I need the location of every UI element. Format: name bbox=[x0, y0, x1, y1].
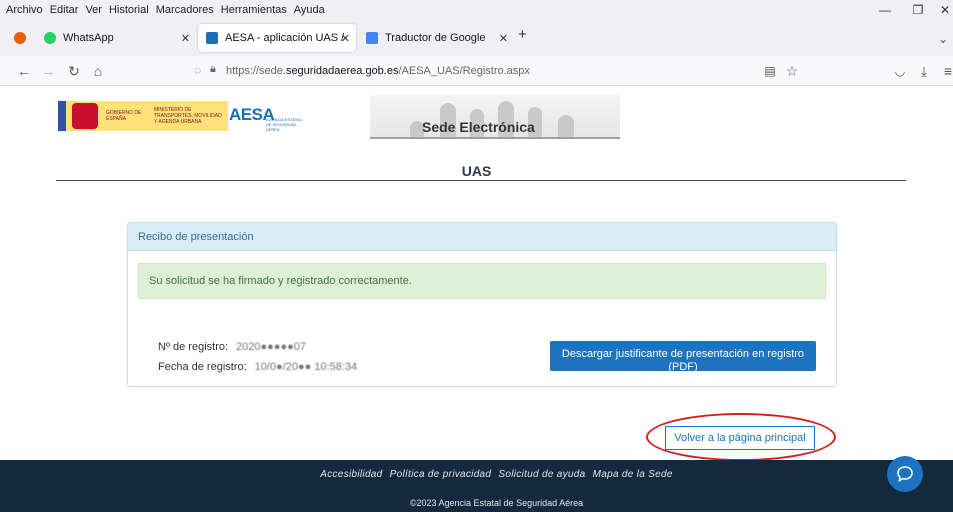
registro-label: Nº de registro: bbox=[158, 341, 229, 353]
restore-icon[interactable]: ❐ bbox=[903, 0, 933, 20]
tab-label: AESA - aplicación UAS / UAS w… bbox=[225, 32, 345, 44]
tab-label: Traductor de Google bbox=[385, 32, 486, 44]
tab-label: WhatsApp bbox=[63, 32, 114, 44]
gobierno-logo: GOBIERNO DE ESPAÑA MINISTERIO DE TRANSPO… bbox=[58, 101, 228, 131]
minimize-icon[interactable]: — bbox=[870, 0, 900, 20]
fecha-value: 10/0●/20●● 10:58:34 bbox=[254, 361, 358, 373]
annotation-ellipse bbox=[646, 413, 836, 461]
site-header: GOBIERNO DE ESPAÑA MINISTERIO DE TRANSPO… bbox=[0, 87, 953, 149]
footer-copyright: ©2023 Agencia Estatal de Seguridad Aérea bbox=[409, 498, 584, 508]
url-text[interactable]: https://sede.seguridadaerea.gob.es/AESA_… bbox=[226, 65, 530, 77]
coat-of-arms-icon bbox=[72, 103, 98, 129]
eu-flag-icon bbox=[58, 101, 66, 131]
app-menu-icon[interactable]: ≡ bbox=[938, 61, 953, 81]
close-window-icon[interactable]: ✕ bbox=[930, 0, 953, 20]
back-icon[interactable]: ← bbox=[14, 61, 34, 81]
footer-link-ayuda[interactable]: Solicitud de ayuda bbox=[498, 469, 585, 480]
home-icon[interactable]: ⌂ bbox=[88, 61, 108, 81]
download-receipt-button[interactable]: Descargar justificante de presentación e… bbox=[550, 341, 816, 371]
close-tab-icon[interactable]: ✕ bbox=[341, 32, 350, 45]
reader-view-icon[interactable]: ▤ bbox=[760, 61, 780, 81]
footer-links: Accesibilidad Política de privacidad Sol… bbox=[0, 469, 953, 480]
header-banner: GOBIERNO DE ESPAÑA MINISTERIO DE TRANSPO… bbox=[58, 95, 620, 139]
reload-icon[interactable]: ↻ bbox=[64, 61, 84, 81]
firefox-view-icon[interactable] bbox=[14, 32, 26, 44]
translate-icon bbox=[366, 32, 378, 44]
close-tab-icon[interactable]: ✕ bbox=[181, 32, 190, 45]
tab-bar: WhatsApp ✕ AESA - aplicación UAS / UAS w… bbox=[0, 20, 953, 56]
ministerio-text: MINISTERIO DE TRANSPORTES, MOVILIDAD Y A… bbox=[154, 107, 222, 125]
fecha-row: Fecha de registro: 10/0●/20●● 10:58:34 bbox=[158, 361, 357, 373]
footer-link-mapa[interactable]: Mapa de la Sede bbox=[593, 469, 673, 480]
chat-button[interactable] bbox=[887, 456, 923, 492]
pocket-icon[interactable]: ◡ bbox=[890, 61, 910, 81]
footer-link-privacidad[interactable]: Política de privacidad bbox=[390, 469, 492, 480]
panel-heading: Recibo de presentación bbox=[128, 223, 836, 251]
new-tab-icon[interactable]: + bbox=[518, 26, 527, 43]
shield-icon[interactable]: ◌ bbox=[194, 63, 201, 77]
footer-link-accesibilidad[interactable]: Accesibilidad bbox=[320, 469, 382, 480]
registro-row: Nº de registro: 2020●●●●●07 bbox=[158, 341, 306, 353]
fecha-label: Fecha de registro: bbox=[158, 361, 247, 373]
aesa-subtitle: AGENCIA ESTATAL DE SEGURIDAD AÉREA bbox=[266, 117, 302, 132]
page-title: UAS bbox=[461, 163, 492, 179]
tab-whatsapp[interactable]: WhatsApp ✕ bbox=[36, 24, 196, 52]
whatsapp-icon bbox=[44, 32, 56, 44]
gobierno-text: GOBIERNO DE ESPAÑA bbox=[106, 110, 142, 122]
title-divider bbox=[56, 180, 906, 181]
bookmark-star-icon[interactable]: ☆ bbox=[782, 61, 802, 81]
lock-icon[interactable]: 🔒︎ bbox=[210, 63, 216, 76]
sede-electronica-banner: Sede Electrónica bbox=[370, 95, 620, 139]
receipt-panel: Recibo de presentación Su solicitud se h… bbox=[127, 222, 837, 387]
downloads-icon[interactable]: ⤓ bbox=[914, 61, 934, 81]
menu-ayuda[interactable]: Ayuda bbox=[294, 4, 325, 16]
success-alert: Su solicitud se ha firmado y registrado … bbox=[138, 263, 826, 299]
menu-marcadores[interactable]: Marcadores bbox=[156, 4, 214, 16]
menu-bar: Archivo Editar Ver Historial Marcadores … bbox=[0, 0, 953, 20]
menu-editar[interactable]: Editar bbox=[50, 4, 79, 16]
menu-ver[interactable]: Ver bbox=[85, 4, 102, 16]
sede-title: Sede Electrónica bbox=[422, 119, 535, 135]
menu-archivo[interactable]: Archivo bbox=[6, 4, 43, 16]
chat-bubble-icon bbox=[897, 466, 913, 483]
menu-herramientas[interactable]: Herramientas bbox=[221, 4, 287, 16]
nav-bar: ← → ↻ ⌂ ◌ 🔒︎ https://sede.seguridadaerea… bbox=[0, 56, 953, 86]
tab-list-icon[interactable]: ⌄ bbox=[938, 32, 948, 46]
site-footer: Accesibilidad Política de privacidad Sol… bbox=[0, 460, 953, 512]
tab-traductor[interactable]: Traductor de Google ✕ bbox=[358, 24, 514, 52]
forward-icon[interactable]: → bbox=[38, 61, 58, 81]
url-bar[interactable]: ◌ 🔒︎ https://sede.seguridadaerea.gob.es/… bbox=[186, 60, 810, 82]
aesa-icon bbox=[206, 32, 218, 44]
tab-aesa[interactable]: AESA - aplicación UAS / UAS w… ✕ bbox=[198, 24, 356, 52]
registro-value: 2020●●●●●07 bbox=[236, 341, 306, 353]
close-tab-icon[interactable]: ✕ bbox=[499, 32, 508, 45]
menu-historial[interactable]: Historial bbox=[109, 4, 149, 16]
